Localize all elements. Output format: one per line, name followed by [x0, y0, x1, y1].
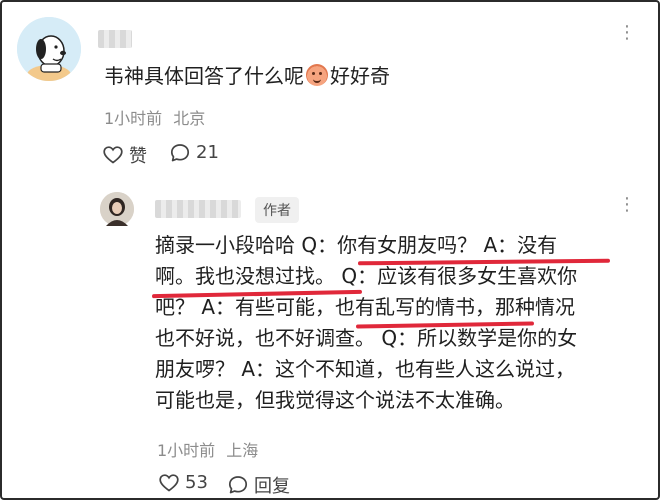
- comment-bubble-icon: [228, 476, 248, 494]
- reply-like-button[interactable]: 53: [159, 472, 208, 493]
- reply-meta: 1小时前 上海: [157, 437, 258, 461]
- like-label: 赞: [129, 146, 147, 167]
- author-badge: 作者: [255, 197, 299, 223]
- heart-icon: [103, 146, 123, 164]
- comment-text-part1: 韦神具体回答了什么呢: [104, 64, 304, 88]
- reply-button[interactable]: 回复: [228, 472, 290, 498]
- username-blurred[interactable]: [98, 30, 132, 48]
- more-options-icon[interactable]: ⋮: [618, 22, 637, 43]
- reply-count-button[interactable]: 21: [170, 142, 219, 163]
- reply-location: 上海: [226, 441, 259, 460]
- reply-line-5: 朋友啰？ A：这个不知道，也有些人这么说过，: [155, 357, 576, 381]
- reply-label: 回复: [254, 476, 290, 497]
- comment-bubble-icon: [170, 143, 190, 161]
- reply-more-options-icon[interactable]: ⋮: [618, 194, 637, 215]
- reply-like-count: 53: [185, 472, 208, 493]
- heart-icon: [159, 473, 179, 492]
- portrait-avatar-icon: [100, 192, 134, 226]
- avatar[interactable]: [17, 17, 81, 81]
- reply-time: 1小时前: [157, 441, 216, 460]
- reply-line-1: 摘录一小段哈哈 Q：你有女朋友吗？ A：没有: [155, 233, 558, 257]
- reply-line-6: 可能也是，但我觉得这个说法不太准确。: [155, 388, 515, 412]
- comment-meta: 1小时前 北京: [104, 105, 205, 129]
- reply-line-2: 啊。我也没想过找。 Q：应该有很多女生喜欢你: [155, 264, 578, 288]
- comment-location: 北京: [173, 109, 206, 128]
- comment-text: 韦神具体回答了什么呢 好好奇: [104, 60, 390, 89]
- like-button[interactable]: 赞: [103, 142, 147, 168]
- snoopy-avatar-icon: [17, 17, 81, 81]
- reply-count: 21: [196, 142, 219, 163]
- comment-text-part2: 好好奇: [330, 64, 390, 88]
- comment-time: 1小时前: [104, 109, 163, 128]
- reply-avatar[interactable]: [100, 192, 134, 226]
- peach-emoji-icon: [306, 64, 328, 86]
- reply-username-blurred[interactable]: [155, 200, 241, 218]
